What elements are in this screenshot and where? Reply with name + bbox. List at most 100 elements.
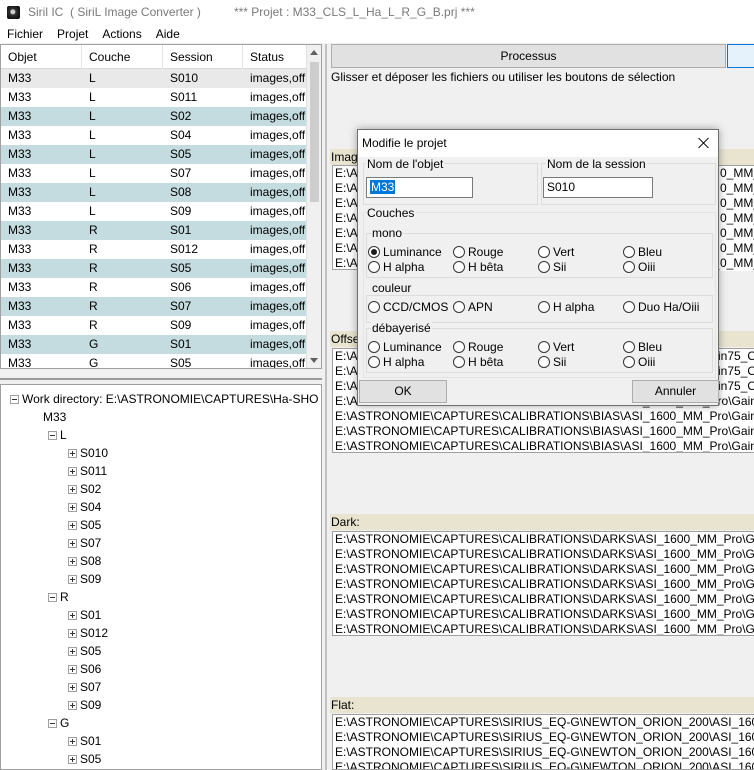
path-line[interactable]: E:\ASTRONOMIE\CAPTURES\CALIBRATIONS\DARK… xyxy=(333,607,754,622)
radio-dot-icon[interactable] xyxy=(453,301,465,313)
path-line[interactable]: E:\ASTRONOMIE\CAPTURES\CALIBRATIONS\DARK… xyxy=(333,622,754,635)
radio-dot-icon[interactable] xyxy=(368,261,380,273)
table-row[interactable]: M33 G S05 images,off xyxy=(1,354,321,368)
path-line-tail[interactable]: 0_MM_ xyxy=(720,196,754,211)
secondary-tab-button[interactable] xyxy=(727,44,754,68)
tree-item-session[interactable]: S05 xyxy=(68,750,101,768)
mono-radio[interactable]: Luminance xyxy=(368,245,442,259)
radio-dot-icon[interactable] xyxy=(368,341,380,353)
table-row[interactable]: M33 R S05 images,off xyxy=(1,259,321,278)
couleur-radio[interactable]: CCD/CMOS xyxy=(368,300,448,314)
table-row[interactable]: M33 L S09 images,off xyxy=(1,202,321,221)
tree-item-session[interactable]: S07 xyxy=(68,678,101,696)
expand-icon[interactable] xyxy=(68,503,77,513)
session-name-input[interactable]: S010 xyxy=(543,177,653,198)
table-row[interactable]: M33 L S011 images,off xyxy=(1,88,321,107)
path-line[interactable]: E:\ASTRONOMIE\CAPTURES\CALIBRATIONS\DARK… xyxy=(333,562,754,577)
cancel-button[interactable]: Annuler xyxy=(632,380,719,403)
collapse-icon[interactable] xyxy=(48,431,57,441)
scroll-thumb[interactable] xyxy=(310,62,319,202)
ok-button[interactable]: OK xyxy=(359,380,447,403)
path-line[interactable]: E:\ASTRONOMIE\CAPTURES\CALIBRATIONS\DARK… xyxy=(333,592,754,607)
tree-item-layer[interactable]: G xyxy=(48,714,69,732)
menu-fichier[interactable]: Fichier xyxy=(0,27,50,41)
tree-item-session[interactable]: S02 xyxy=(68,480,101,498)
tree-item-session[interactable]: S08 xyxy=(68,552,101,570)
radio-dot-icon[interactable] xyxy=(453,261,465,273)
object-name-input[interactable]: M33 xyxy=(366,177,473,198)
radio-dot-icon[interactable] xyxy=(623,356,635,368)
radio-dot-icon[interactable] xyxy=(368,356,380,368)
tree-item-session[interactable]: S05 xyxy=(68,642,101,660)
collapse-icon[interactable] xyxy=(10,395,19,405)
path-line[interactable]: E:\ASTRONOMIE\CAPTURES\SIRIUS_EQ-G\NEWTO… xyxy=(333,730,754,745)
couleur-radio[interactable]: H alpha xyxy=(538,300,594,314)
mono-radio[interactable]: Rouge xyxy=(453,245,503,259)
column-header-objet[interactable]: Objet xyxy=(1,45,82,69)
radio-dot-icon[interactable] xyxy=(623,261,635,273)
tree-item-session[interactable]: S012 xyxy=(68,624,108,642)
expand-icon[interactable] xyxy=(68,755,77,765)
radio-dot-icon[interactable] xyxy=(623,246,635,258)
expand-icon[interactable] xyxy=(68,449,77,459)
radio-dot-icon[interactable] xyxy=(623,341,635,353)
radio-dot-icon[interactable] xyxy=(538,246,550,258)
table-row[interactable]: M33 L S07 images,off xyxy=(1,164,321,183)
expand-icon[interactable] xyxy=(68,611,77,621)
table-row[interactable]: M33 R S012 images,off xyxy=(1,240,321,259)
path-line[interactable]: E:\ASTRONOMIE\CAPTURES\CALIBRATIONS\BIAS… xyxy=(333,439,754,452)
radio-dot-icon[interactable] xyxy=(538,261,550,273)
radio-dot-icon[interactable] xyxy=(538,356,550,368)
mono-radio[interactable]: H alpha xyxy=(368,260,424,274)
tree-item-session[interactable]: S011 xyxy=(68,462,107,480)
table-row[interactable]: M33 R S07 images,off xyxy=(1,297,321,316)
flat-list[interactable]: E:\ASTRONOMIE\CAPTURES\SIRIUS_EQ-G\NEWTO… xyxy=(332,714,754,770)
path-line[interactable]: E:\ASTRONOMIE\CAPTURES\SIRIUS_EQ-G\NEWTO… xyxy=(333,715,754,730)
debayer-radio[interactable]: Vert xyxy=(538,340,574,354)
collapse-icon[interactable] xyxy=(48,593,57,603)
expand-icon[interactable] xyxy=(68,737,77,747)
table-row[interactable]: M33 L S04 images,off xyxy=(1,126,321,145)
tree-item-layer[interactable]: R xyxy=(48,588,69,606)
collapse-icon[interactable] xyxy=(48,719,57,729)
radio-dot-icon[interactable] xyxy=(453,356,465,368)
tree-item-session[interactable]: S09 xyxy=(68,570,101,588)
debayer-radio[interactable]: H alpha xyxy=(368,355,424,369)
couleur-radio[interactable]: Duo Ha/Oiii xyxy=(623,300,699,314)
expand-icon[interactable] xyxy=(68,683,77,693)
expand-icon[interactable] xyxy=(68,521,77,531)
expand-icon[interactable] xyxy=(68,629,77,639)
table-row[interactable]: M33 R S06 images,off xyxy=(1,278,321,297)
table-row[interactable]: M33 G S01 images,off xyxy=(1,335,321,354)
radio-dot-icon[interactable] xyxy=(453,246,465,258)
menu-actions[interactable]: Actions xyxy=(95,27,148,41)
table-row[interactable]: M33 L S08 images,off xyxy=(1,183,321,202)
radio-dot-icon[interactable] xyxy=(538,301,550,313)
expand-icon[interactable] xyxy=(68,485,77,495)
debayer-radio[interactable]: H bêta xyxy=(453,355,503,369)
tree-item-session[interactable]: S010 xyxy=(68,444,108,462)
tree-item-session[interactable]: S06 xyxy=(68,660,101,678)
tree-root-work-directory[interactable]: Work directory: E:\ASTRONOMIE\CAPTURES\H… xyxy=(10,390,319,408)
path-line-tail[interactable]: 0_MM_ xyxy=(720,166,754,181)
expand-icon[interactable] xyxy=(68,539,77,549)
column-header-session[interactable]: Session xyxy=(163,45,243,69)
table-row[interactable]: M33 R S01 images,off xyxy=(1,221,321,240)
radio-dot-icon[interactable] xyxy=(368,301,380,313)
expand-icon[interactable] xyxy=(68,575,77,585)
close-icon[interactable] xyxy=(696,135,712,151)
debayer-radio[interactable]: Luminance xyxy=(368,340,442,354)
process-button[interactable]: Processus xyxy=(331,44,726,68)
vertical-splitter[interactable] xyxy=(322,44,330,770)
table-row[interactable]: M33 L S05 images,off xyxy=(1,145,321,164)
path-line[interactable]: E:\ASTRONOMIE\CAPTURES\CALIBRATIONS\DARK… xyxy=(333,547,754,562)
column-header-couche[interactable]: Couche xyxy=(82,45,163,69)
horizontal-splitter[interactable] xyxy=(0,370,322,382)
tree-item-session[interactable]: S01 xyxy=(68,606,101,624)
mono-radio[interactable]: Bleu xyxy=(623,245,662,259)
scroll-down-icon[interactable] xyxy=(310,358,318,363)
mono-radio[interactable]: Sii xyxy=(538,260,566,274)
path-line[interactable]: E:\ASTRONOMIE\CAPTURES\CALIBRATIONS\DARK… xyxy=(333,577,754,592)
radio-dot-icon[interactable] xyxy=(538,341,550,353)
dark-list[interactable]: E:\ASTRONOMIE\CAPTURES\CALIBRATIONS\DARK… xyxy=(332,531,754,636)
